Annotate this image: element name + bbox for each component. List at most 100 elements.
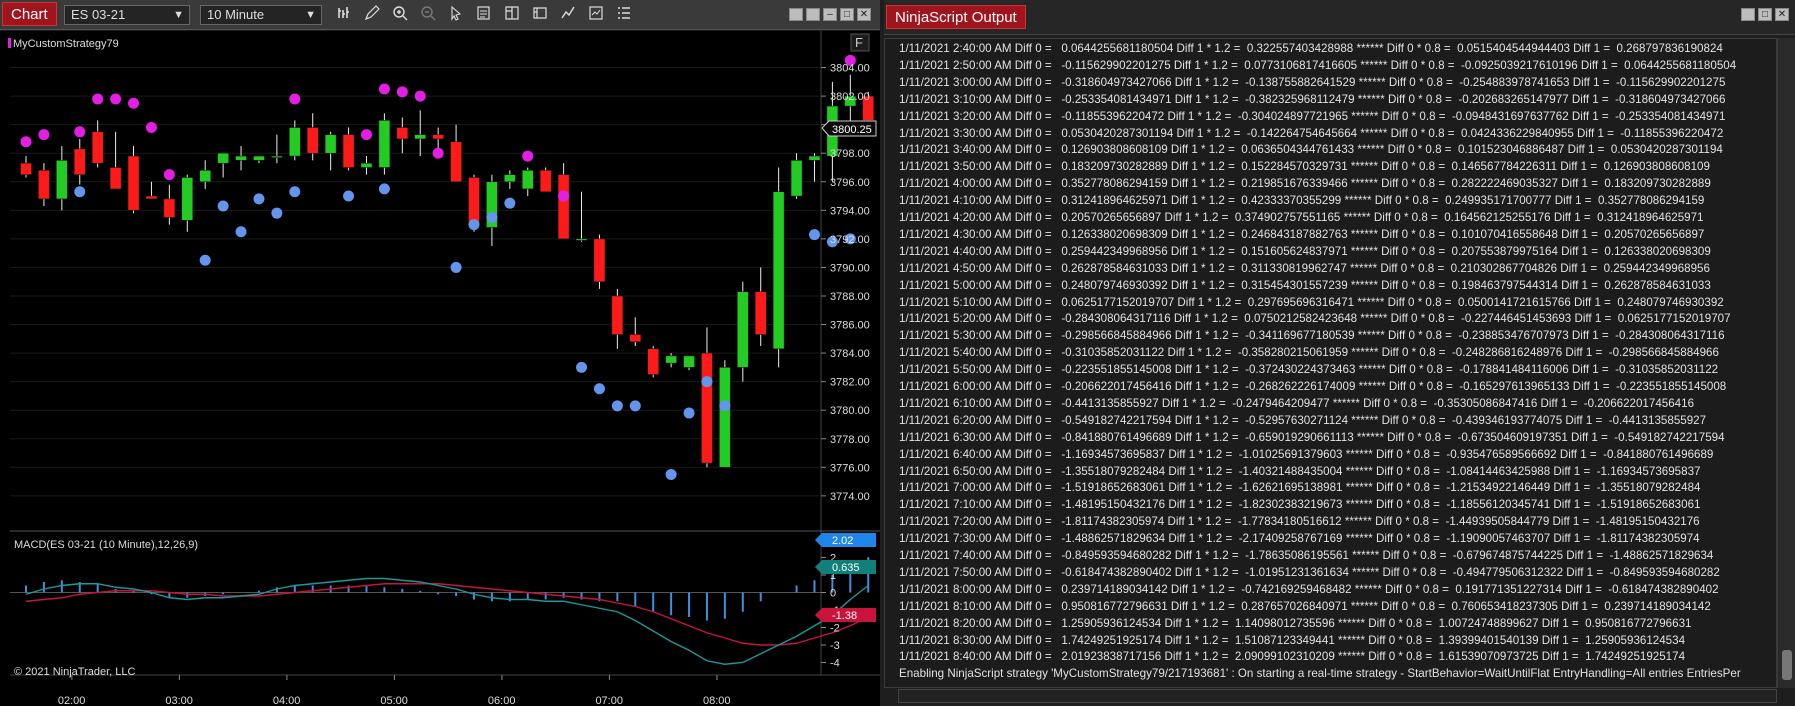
buy-signal-dot bbox=[450, 261, 462, 273]
strategies-icon[interactable] bbox=[558, 5, 578, 25]
price-tick-label: 3804.00 bbox=[830, 63, 870, 75]
output-line: 1/11/2021 3:20:00 AM Diff 0 = -0.1185539… bbox=[899, 109, 1726, 123]
interval-selector[interactable]: 10 Minute ▼ bbox=[200, 5, 322, 25]
chart-canvas[interactable]: 3804.003802.003800.003798.003796.003794.… bbox=[0, 31, 880, 706]
output-window-tab[interactable]: NinjaScript Output bbox=[886, 5, 1026, 29]
templates-icon[interactable] bbox=[530, 5, 550, 25]
buy-signal-dot bbox=[629, 400, 641, 412]
candle-up bbox=[181, 177, 194, 221]
buy-signal-dot bbox=[74, 186, 86, 198]
chart-trader-icon[interactable] bbox=[502, 5, 522, 25]
price-tick-label: 3782.00 bbox=[830, 377, 870, 389]
buy-signal-dot bbox=[719, 400, 731, 412]
output-line: 1/11/2021 7:00:00 AM Diff 0 = -1.5191865… bbox=[899, 481, 1701, 495]
sell-signal-dot bbox=[558, 190, 570, 202]
output-line: 1/11/2021 7:20:00 AM Diff 0 = -1.8117438… bbox=[899, 515, 1700, 529]
output-scrollbar[interactable] bbox=[1777, 38, 1795, 688]
output-line: 1/11/2021 3:00:00 AM Diff 0 = -0.3186049… bbox=[899, 75, 1726, 89]
output-line: 1/11/2021 6:50:00 AM Diff 0 = -1.3551807… bbox=[899, 464, 1701, 478]
indicators-icon[interactable] bbox=[586, 5, 606, 25]
sell-signal-dot bbox=[163, 169, 175, 181]
time-tick-label: 07:00 bbox=[595, 695, 623, 706]
chart-tab[interactable]: Chart bbox=[2, 2, 57, 26]
zoom-in-icon[interactable] bbox=[390, 5, 410, 25]
price-tick-label: 3790.00 bbox=[830, 262, 870, 274]
chart-toolbar: Chart ES 03-21 ▼ 10 Minute ▼ – □ ✕ bbox=[0, 0, 880, 30]
candle-down bbox=[342, 134, 355, 168]
close-icon[interactable]: ✕ bbox=[857, 8, 871, 21]
output-line: 1/11/2021 8:20:00 AM Diff 0 = 1.25905936… bbox=[899, 616, 1692, 630]
buy-signal-dot bbox=[611, 400, 623, 412]
candle-up bbox=[199, 170, 211, 183]
time-tick-label: 03:00 bbox=[165, 695, 193, 706]
price-tick-label: 3786.00 bbox=[830, 320, 870, 332]
sell-signal-dot bbox=[74, 126, 86, 138]
candle-down bbox=[109, 167, 122, 190]
macd-tick-label: -3 bbox=[830, 640, 840, 652]
output-window: NinjaScript Output □ ✕ 1/11/2021 2:40:00… bbox=[884, 0, 1795, 706]
output-line: 1/11/2021 5:00:00 AM Diff 0 = 0.24807974… bbox=[899, 278, 1711, 292]
output-line: 1/11/2021 3:50:00 AM Diff 0 = 0.18320973… bbox=[899, 160, 1710, 174]
time-tick-label: 04:00 bbox=[273, 695, 301, 706]
buy-signal-dot bbox=[701, 376, 713, 388]
macd-tick-label: 0 bbox=[830, 588, 836, 600]
candle-up bbox=[360, 162, 373, 168]
candle-up bbox=[253, 155, 265, 161]
candle-down bbox=[432, 134, 444, 140]
sell-signal-dot bbox=[38, 129, 50, 141]
tile-icon[interactable] bbox=[789, 8, 803, 21]
sell-signal-dot bbox=[145, 122, 157, 134]
zoom-out-icon[interactable] bbox=[418, 5, 438, 25]
output-titlebar: NinjaScript Output □ ✕ bbox=[884, 0, 1795, 35]
buy-signal-dot bbox=[683, 407, 695, 419]
price-tick-label: 3802.00 bbox=[830, 91, 870, 103]
candle-up bbox=[56, 160, 68, 200]
output-input-field[interactable] bbox=[898, 689, 1777, 703]
output-line: 1/11/2021 4:50:00 AM Diff 0 = 0.26287858… bbox=[899, 261, 1710, 275]
buy-signal-dot bbox=[217, 200, 229, 212]
candle-up bbox=[289, 127, 301, 157]
list-icon[interactable] bbox=[614, 5, 634, 25]
output-line: 1/11/2021 2:40:00 AM Diff 0 = 0.06442556… bbox=[899, 42, 1723, 55]
candle-down bbox=[306, 127, 319, 154]
buy-signal-dot bbox=[593, 383, 605, 395]
buy-signal-dot bbox=[486, 211, 498, 223]
output-line: 1/11/2021 3:40:00 AM Diff 0 = 0.12690380… bbox=[899, 143, 1723, 157]
output-line: 1/11/2021 5:30:00 AM Diff 0 = -0.2985668… bbox=[899, 329, 1725, 343]
restore-icon[interactable] bbox=[806, 8, 820, 21]
price-tick-label: 3788.00 bbox=[830, 291, 870, 303]
price-tick-label: 3796.00 bbox=[830, 177, 870, 189]
output-line: 1/11/2021 2:50:00 AM Diff 0 = -0.1156299… bbox=[899, 58, 1737, 72]
candle-up bbox=[522, 170, 534, 190]
chart-svg[interactable]: 3804.003802.003800.003798.003796.003794.… bbox=[0, 31, 880, 706]
bar-type-icon[interactable] bbox=[334, 5, 354, 25]
minimize-button[interactable]: – bbox=[823, 8, 837, 21]
sell-signal-dot bbox=[432, 147, 444, 159]
candle-down bbox=[396, 127, 409, 140]
sell-signal-dot bbox=[289, 93, 301, 105]
pointer-icon[interactable] bbox=[446, 5, 466, 25]
price-tick-label: 3778.00 bbox=[830, 434, 870, 446]
restore-icon[interactable] bbox=[1741, 8, 1755, 21]
output-line: 1/11/2021 8:10:00 AM Diff 0 = 0.95081677… bbox=[899, 599, 1711, 613]
close-icon[interactable]: ✕ bbox=[1775, 8, 1789, 21]
candle-down bbox=[629, 334, 642, 342]
maximize-icon[interactable]: □ bbox=[840, 8, 854, 21]
sell-signal-dot bbox=[20, 136, 32, 148]
candle-up bbox=[737, 291, 749, 368]
sell-signal-dot bbox=[414, 90, 426, 102]
output-line: 1/11/2021 8:40:00 AM Diff 0 = 2.01923838… bbox=[899, 650, 1686, 664]
scrollbar-thumb[interactable] bbox=[1782, 650, 1792, 680]
candle-up bbox=[772, 191, 785, 350]
candle-up bbox=[378, 120, 391, 168]
draw-pencil-icon[interactable] bbox=[362, 5, 382, 25]
f-button[interactable]: F bbox=[855, 35, 863, 50]
data-box-icon[interactable] bbox=[474, 5, 494, 25]
output-line: 1/11/2021 3:10:00 AM Diff 0 = -0.2533540… bbox=[899, 92, 1726, 106]
candle-up bbox=[235, 155, 247, 161]
candle-up bbox=[665, 355, 677, 364]
candle-up bbox=[719, 367, 731, 468]
output-text-area[interactable]: 1/11/2021 2:40:00 AM Diff 0 = 0.06442556… bbox=[884, 38, 1777, 688]
instrument-selector[interactable]: ES 03-21 ▼ bbox=[64, 5, 190, 25]
maximize-icon[interactable]: □ bbox=[1758, 8, 1772, 21]
